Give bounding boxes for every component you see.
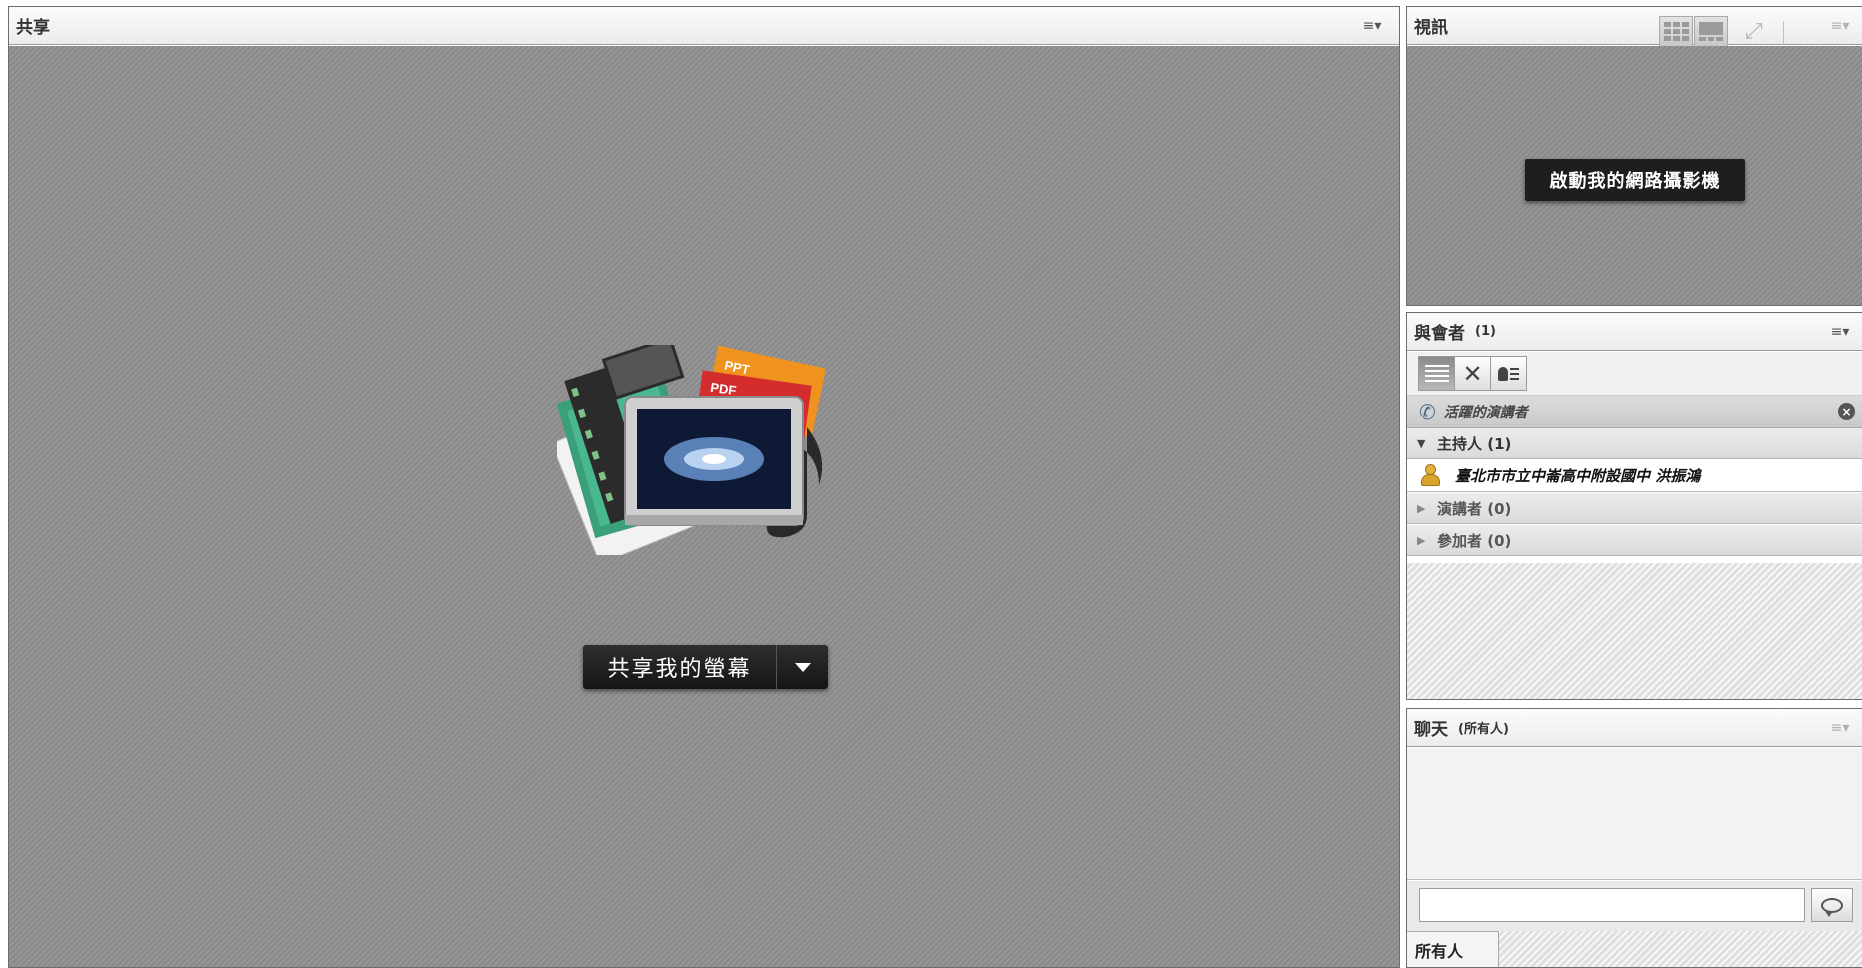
breakout-view-button[interactable]: ✕ bbox=[1454, 356, 1491, 391]
phone-icon: ✆ bbox=[1419, 399, 1436, 424]
video-pod-title: 視訊 bbox=[1414, 18, 1448, 38]
attendees-view-toolbar: ✕ bbox=[1407, 352, 1862, 396]
group-presenters[interactable]: ▶ 演講者 (0) bbox=[1407, 493, 1862, 524]
group-hosts-label: 主持人 (1) bbox=[1437, 434, 1512, 453]
share-media-icon: PPT PDF bbox=[557, 345, 827, 555]
group-participants-label: 參加者 (0) bbox=[1437, 531, 1512, 550]
active-speakers-bar: ✆ 活躍的演講者 × bbox=[1407, 396, 1862, 428]
speech-bubble-icon bbox=[1821, 897, 1843, 917]
status-view-button[interactable] bbox=[1490, 356, 1527, 391]
attendee-row[interactable]: 臺北市市立中崙高中附設國中 洪振鴻 bbox=[1407, 459, 1862, 492]
list-icon bbox=[1424, 365, 1449, 382]
share-pod-menu-icon[interactable]: ≡▾ bbox=[1359, 17, 1385, 35]
share-pod: 共享 ≡▾ PPT PDF 共享我的螢幕 bbox=[8, 6, 1400, 968]
share-pod-title: 共享 bbox=[16, 18, 50, 38]
attendee-name: 臺北市市立中崙高中附設國中 洪振鴻 bbox=[1455, 466, 1701, 485]
chat-scope: (所有人) bbox=[1458, 722, 1509, 737]
chat-input-bar bbox=[1407, 881, 1862, 931]
video-pod-menu-icon[interactable]: ≡▾ bbox=[1827, 17, 1853, 35]
attendees-pod-title: 與會者 bbox=[1414, 324, 1465, 344]
list-view-button[interactable] bbox=[1418, 356, 1455, 391]
grid-icon bbox=[1663, 22, 1689, 41]
filmstrip-layout-button[interactable] bbox=[1694, 16, 1728, 47]
chat-tab-bar: 所有人 bbox=[1407, 931, 1862, 967]
attendees-count: (1) bbox=[1475, 324, 1496, 339]
share-options-dropdown[interactable] bbox=[777, 645, 828, 689]
chat-pod-header: 聊天 (所有人) ≡▾ bbox=[1407, 709, 1862, 747]
chat-message-input[interactable] bbox=[1419, 888, 1805, 922]
chat-pod: 聊天 (所有人) ≡▾ 所有人 bbox=[1406, 708, 1862, 968]
start-webcam-button[interactable]: 啟動我的網路攝影機 bbox=[1525, 159, 1745, 201]
group-presenters-label: 演講者 (0) bbox=[1437, 499, 1512, 518]
grid-layout-button[interactable] bbox=[1659, 16, 1693, 47]
video-stage: 啟動我的網路攝影機 bbox=[1407, 46, 1862, 305]
header-divider bbox=[1783, 21, 1784, 45]
video-pod: 視訊 ⤢ ≡▾ 啟動我的網路攝影機 bbox=[1406, 6, 1862, 306]
attendees-pod-header: 與會者 (1) ≡▾ bbox=[1407, 313, 1862, 351]
video-pod-header: 視訊 ⤢ ≡▾ bbox=[1407, 7, 1862, 47]
collapsed-triangle-icon: ▶ bbox=[1417, 533, 1426, 547]
chevron-down-icon bbox=[794, 662, 811, 672]
chat-pod-menu-icon[interactable]: ≡▾ bbox=[1827, 719, 1853, 737]
group-participants[interactable]: ▶ 參加者 (0) bbox=[1407, 525, 1862, 556]
send-message-button[interactable] bbox=[1811, 888, 1853, 922]
share-my-screen-label: 共享我的螢幕 bbox=[583, 645, 777, 689]
group-hosts[interactable]: ▼ 主持人 (1) bbox=[1407, 428, 1862, 459]
share-my-screen-button[interactable]: 共享我的螢幕 bbox=[583, 645, 828, 689]
host-icon bbox=[1419, 463, 1441, 487]
active-speakers-label: 活躍的演講者 bbox=[1443, 404, 1528, 421]
close-icon[interactable]: × bbox=[1838, 403, 1855, 420]
filmstrip-icon bbox=[1699, 21, 1724, 42]
attendees-pod: 與會者 (1) ≡▾ ✕ ✆ 活躍的演講者 × ▼ 主持人 (1) 臺北市市立中… bbox=[1406, 312, 1862, 700]
chat-pod-title: 聊天 bbox=[1414, 720, 1448, 740]
breakout-icon: ✕ bbox=[1462, 359, 1483, 388]
chat-messages-area bbox=[1407, 748, 1862, 880]
chat-tab-everyone[interactable]: 所有人 bbox=[1407, 931, 1499, 967]
fullscreen-icon[interactable]: ⤢ bbox=[1745, 19, 1763, 44]
share-stage: PPT PDF 共享我的螢幕 bbox=[9, 46, 1399, 967]
share-pod-header: 共享 ≡▾ bbox=[9, 7, 1399, 45]
collapsed-triangle-icon: ▶ bbox=[1417, 501, 1426, 515]
attendees-pod-menu-icon[interactable]: ≡▾ bbox=[1827, 323, 1853, 341]
attendees-empty-area bbox=[1407, 563, 1862, 699]
person-list-icon bbox=[1498, 366, 1519, 381]
expanded-triangle-icon: ▼ bbox=[1417, 436, 1426, 450]
